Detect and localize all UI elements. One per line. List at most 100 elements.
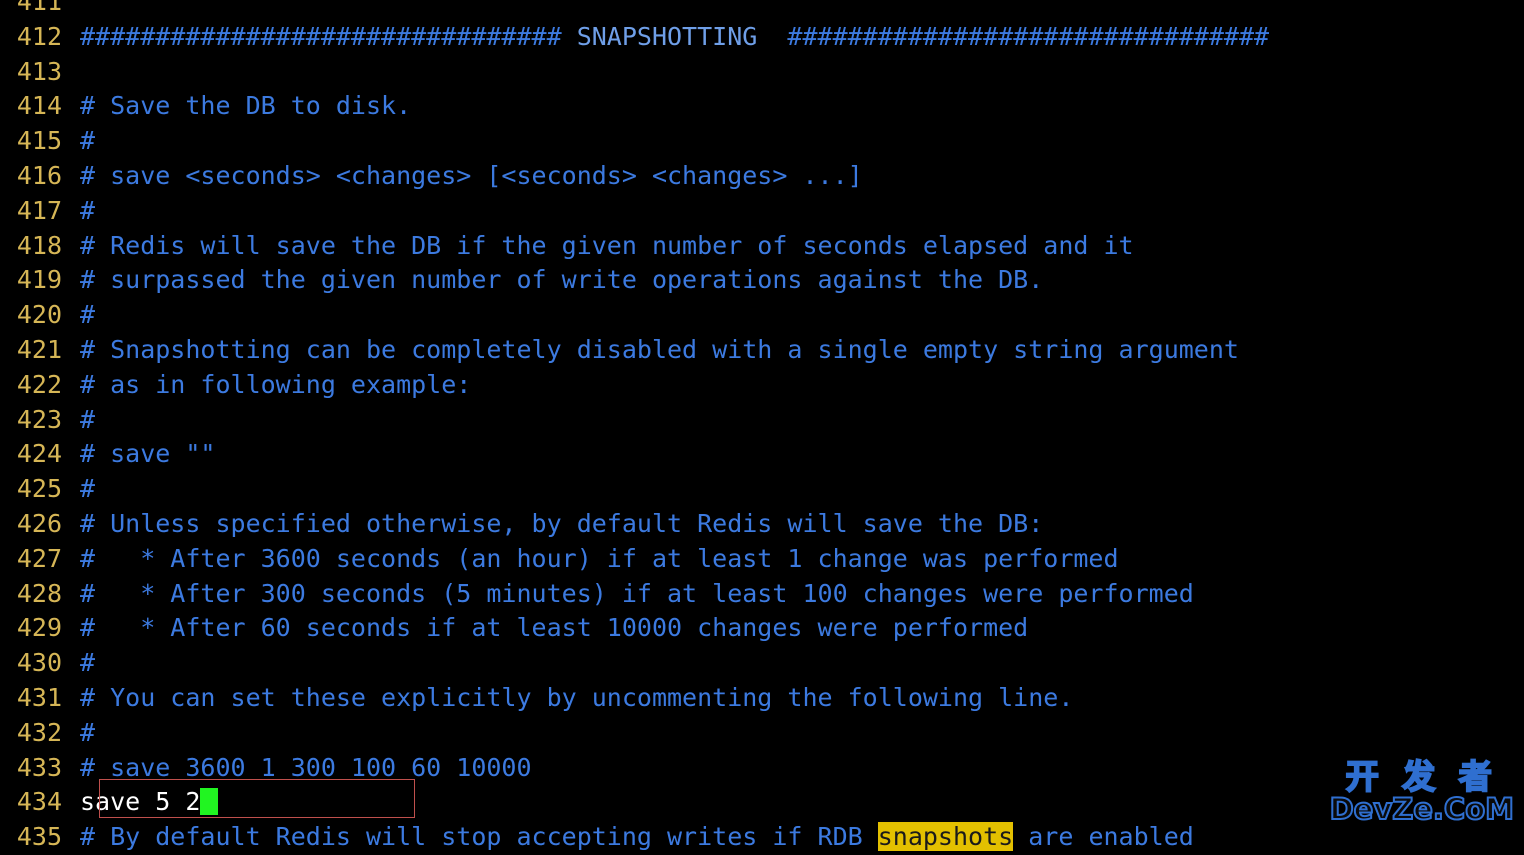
comment-text: # You can set these explicitly by uncomm… xyxy=(80,682,1074,712)
line-number: 423 xyxy=(16,404,62,434)
code-line[interactable]: 434 save 5 2 xyxy=(0,785,1524,820)
line-content[interactable]: # xyxy=(80,472,95,507)
terminal-editor-window[interactable]: 411 412 ################################ S… xyxy=(0,0,1524,852)
line-content[interactable]: # save "" xyxy=(80,437,215,472)
line-content[interactable]: # xyxy=(80,646,95,681)
line-content[interactable]: # Snapshotting can be completely disable… xyxy=(80,333,1239,368)
comment-text: are enabled xyxy=(1013,822,1194,852)
line-content[interactable]: # save 3600 1 300 100 60 10000 xyxy=(80,751,532,786)
comment-text: # Save the DB to disk. xyxy=(80,91,412,121)
comment-text: # xyxy=(80,404,96,434)
line-number: 427 xyxy=(16,543,62,573)
watermark-chinese-text: 开 发 者 xyxy=(1345,757,1498,796)
line-number: 417 xyxy=(16,195,62,225)
line-content[interactable]: # * After 60 seconds if at least 10000 c… xyxy=(80,611,1028,646)
comment-text: # save "" xyxy=(80,439,216,469)
code-line[interactable]: 411 xyxy=(0,0,1524,20)
text-cursor xyxy=(200,788,218,816)
line-number: 430 xyxy=(16,648,62,678)
comment-text: # * After 60 seconds if at least 10000 c… xyxy=(80,613,1029,643)
line-content[interactable]: # as in following example: xyxy=(80,368,471,403)
comment-text: # Snapshotting can be completely disable… xyxy=(80,334,1239,364)
comment-text: # xyxy=(80,126,96,156)
line-content[interactable]: # xyxy=(80,194,95,229)
code-line[interactable]: 420 # xyxy=(0,298,1524,333)
line-content[interactable]: # You can set these explicitly by uncomm… xyxy=(80,681,1073,716)
comment-text: # * After 300 seconds (5 minutes) if at … xyxy=(80,578,1194,608)
comment-text: # save <seconds> <changes> [<seconds> <c… xyxy=(80,160,863,190)
line-number: 426 xyxy=(16,508,62,538)
code-line[interactable]: 417 # xyxy=(0,194,1524,229)
line-content[interactable]: # * After 3600 seconds (an hour) if at l… xyxy=(80,542,1119,577)
code-line[interactable]: 421 # Snapshotting can be completely disa… xyxy=(0,333,1524,368)
line-content[interactable]: ################################ SNAPSHO… xyxy=(80,20,1269,55)
line-content[interactable]: # Redis will save the DB if the given nu… xyxy=(80,229,1134,264)
code-line[interactable]: 431 # You can set these explicitly by unc… xyxy=(0,681,1524,716)
line-content[interactable]: # Save the DB to disk. xyxy=(80,89,411,124)
code-line[interactable]: 423 # xyxy=(0,403,1524,438)
line-number: 429 xyxy=(16,613,62,643)
line-content[interactable]: save 5 2 xyxy=(80,785,218,820)
line-number: 435 xyxy=(16,822,62,852)
code-line[interactable]: 418 # Redis will save the DB if the given… xyxy=(0,229,1524,264)
code-line[interactable]: 429 # * After 60 seconds if at least 1000… xyxy=(0,611,1524,646)
line-number: 412 xyxy=(16,21,62,51)
line-content[interactable]: # xyxy=(80,403,95,438)
comment-text: # xyxy=(80,474,96,504)
code-line[interactable]: 416 # save <seconds> <changes> [<seconds>… xyxy=(0,159,1524,194)
active-directive-text: save 5 2 xyxy=(80,787,201,817)
line-number: 425 xyxy=(16,474,62,504)
code-line[interactable]: 430 # xyxy=(0,646,1524,681)
code-line[interactable]: 414 # Save the DB to disk. xyxy=(0,89,1524,124)
comment-text: # xyxy=(80,648,96,678)
comment-text: # Unless specified otherwise, by default… xyxy=(80,508,1044,538)
comment-text: ################################ xyxy=(787,21,1270,51)
code-line[interactable]: 415 # xyxy=(0,124,1524,159)
line-content[interactable]: # * After 300 seconds (5 minutes) if at … xyxy=(80,577,1194,612)
line-number: 422 xyxy=(16,369,62,399)
line-number: 434 xyxy=(16,787,62,817)
line-content[interactable]: # xyxy=(80,716,95,751)
watermark-latin-text: DevZe.CoM xyxy=(1329,792,1515,826)
code-line[interactable]: 427 # * After 3600 seconds (an hour) if a… xyxy=(0,542,1524,577)
comment-text: # save 3600 1 300 100 60 10000 xyxy=(80,752,532,782)
line-number: 415 xyxy=(16,126,62,156)
code-line[interactable]: 435 # By default Redis will stop acceptin… xyxy=(0,820,1524,855)
line-number: 421 xyxy=(16,334,62,364)
comment-text: # surpassed the given number of write op… xyxy=(80,265,1044,295)
code-line[interactable]: 413 xyxy=(0,55,1524,90)
code-line[interactable]: 432 # xyxy=(0,716,1524,751)
comment-text: # xyxy=(80,717,96,747)
code-line[interactable]: 419 # surpassed the given number of write… xyxy=(0,263,1524,298)
line-number: 433 xyxy=(16,752,62,782)
comment-text: # By default Redis will stop accepting w… xyxy=(80,822,878,852)
line-number: 411 xyxy=(16,0,62,16)
line-number: 414 xyxy=(16,91,62,121)
line-content[interactable]: # surpassed the given number of write op… xyxy=(80,263,1043,298)
code-line[interactable]: 422 # as in following example: xyxy=(0,368,1524,403)
line-content[interactable]: # By default Redis will stop accepting w… xyxy=(80,820,1194,855)
code-line[interactable]: 426 # Unless specified otherwise, by defa… xyxy=(0,507,1524,542)
line-number: 420 xyxy=(16,300,62,330)
line-content[interactable]: # xyxy=(80,124,95,159)
line-content[interactable]: # xyxy=(80,298,95,333)
code-line[interactable]: 433 # save 3600 1 300 100 60 10000 xyxy=(0,751,1524,786)
code-line[interactable]: 412 ################################ SNAP… xyxy=(0,20,1524,55)
line-content[interactable]: # save <seconds> <changes> [<seconds> <c… xyxy=(80,159,863,194)
line-number: 416 xyxy=(16,160,62,190)
line-content[interactable]: # Unless specified otherwise, by default… xyxy=(80,507,1043,542)
code-area[interactable]: 411 412 ################################ S… xyxy=(0,0,1524,855)
section-banner-text: SNAPSHOTTING xyxy=(561,21,788,51)
code-line[interactable]: 425 # xyxy=(0,472,1524,507)
line-number: 419 xyxy=(16,265,62,295)
comment-text: # Redis will save the DB if the given nu… xyxy=(80,230,1134,260)
code-line[interactable]: 428 # * After 300 seconds (5 minutes) if … xyxy=(0,577,1524,612)
comment-text: # xyxy=(80,195,96,225)
line-number: 413 xyxy=(16,56,62,86)
line-number: 424 xyxy=(16,439,62,469)
comment-text: # as in following example: xyxy=(80,369,472,399)
line-number: 428 xyxy=(16,578,62,608)
line-number: 432 xyxy=(16,717,62,747)
code-line[interactable]: 424 # save "" xyxy=(0,437,1524,472)
comment-text: # * After 3600 seconds (an hour) if at l… xyxy=(80,543,1119,573)
